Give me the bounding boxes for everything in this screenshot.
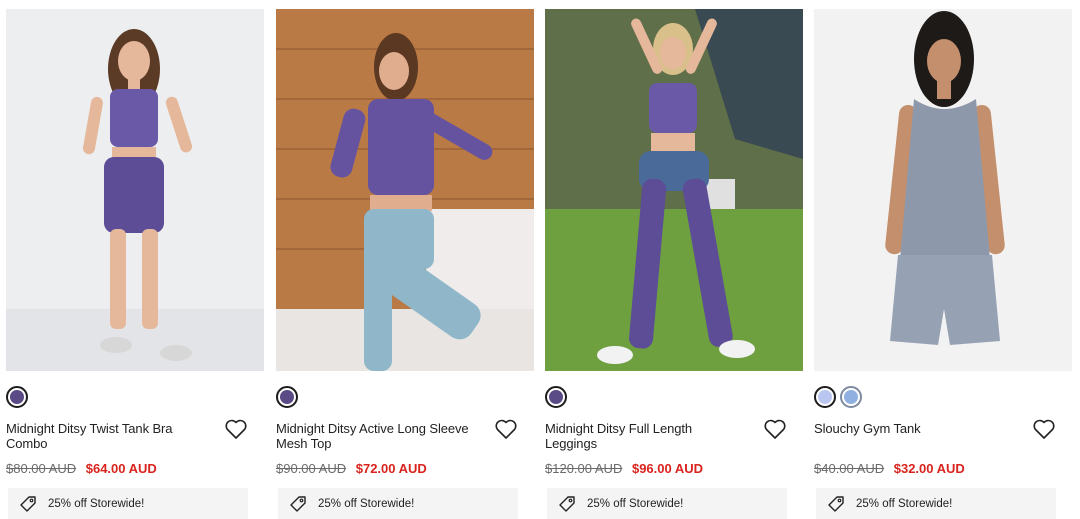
price-tag-icon xyxy=(288,494,308,514)
promo-text: 25% off Storewide! xyxy=(856,497,953,510)
sale-price: $96.00 AUD xyxy=(631,461,704,476)
wishlist-heart-icon[interactable] xyxy=(224,418,248,440)
product-image[interactable] xyxy=(814,9,1072,371)
was-price: $120.00 AUD xyxy=(545,461,623,476)
product-name[interactable]: Midnight Ditsy Active Long Sleeve Mesh T… xyxy=(276,421,476,451)
product-name[interactable]: Slouchy Gym Tank xyxy=(814,421,1014,436)
was-price: $90.00 AUD xyxy=(276,461,347,476)
product-image[interactable] xyxy=(545,9,803,371)
promo-badge: 25% off Storewide! xyxy=(8,488,248,519)
product-card[interactable]: Midnight Ditsy Twist Tank Bra Combo $80.… xyxy=(6,0,264,519)
sale-price: $72.00 AUD xyxy=(355,461,427,476)
color-swatch[interactable] xyxy=(814,386,836,408)
color-swatch[interactable] xyxy=(276,386,298,408)
price-tag-icon xyxy=(557,494,577,514)
price-tag-icon xyxy=(18,494,38,514)
promo-badge: 25% off Storewide! xyxy=(547,488,787,519)
color-swatches xyxy=(6,386,28,408)
color-swatch[interactable] xyxy=(6,386,28,408)
product-image[interactable] xyxy=(6,9,264,371)
color-swatches xyxy=(814,386,862,408)
product-card[interactable]: Midnight Ditsy Full Length Leggings $120… xyxy=(545,0,803,519)
product-grid: Midnight Ditsy Twist Tank Bra Combo $80.… xyxy=(0,0,1080,519)
color-swatches xyxy=(276,386,298,408)
promo-text: 25% off Storewide! xyxy=(48,497,145,510)
price-row: $90.00 AUD $72.00 AUD xyxy=(276,461,427,476)
product-card[interactable]: Slouchy Gym Tank $40.00 AUD $32.00 AUD 2… xyxy=(814,0,1072,519)
wishlist-heart-icon[interactable] xyxy=(494,418,518,440)
color-swatch[interactable] xyxy=(545,386,567,408)
wishlist-heart-icon[interactable] xyxy=(1032,418,1056,440)
product-card[interactable]: Midnight Ditsy Active Long Sleeve Mesh T… xyxy=(276,0,534,519)
promo-badge: 25% off Storewide! xyxy=(816,488,1056,519)
was-price: $80.00 AUD xyxy=(6,461,77,476)
sale-price: $32.00 AUD xyxy=(893,461,965,476)
was-price: $40.00 AUD xyxy=(814,461,885,476)
promo-badge: 25% off Storewide! xyxy=(278,488,518,519)
color-swatch[interactable] xyxy=(840,386,862,408)
price-row: $120.00 AUD $96.00 AUD xyxy=(545,461,703,476)
product-name[interactable]: Midnight Ditsy Twist Tank Bra Combo xyxy=(6,421,206,451)
price-row: $80.00 AUD $64.00 AUD xyxy=(6,461,157,476)
wishlist-heart-icon[interactable] xyxy=(763,418,787,440)
price-row: $40.00 AUD $32.00 AUD xyxy=(814,461,965,476)
price-tag-icon xyxy=(826,494,846,514)
promo-text: 25% off Storewide! xyxy=(318,497,415,510)
product-name[interactable]: Midnight Ditsy Full Length Leggings xyxy=(545,421,745,451)
product-image[interactable] xyxy=(276,9,534,371)
sale-price: $64.00 AUD xyxy=(85,461,157,476)
promo-text: 25% off Storewide! xyxy=(587,497,684,510)
color-swatches xyxy=(545,386,567,408)
